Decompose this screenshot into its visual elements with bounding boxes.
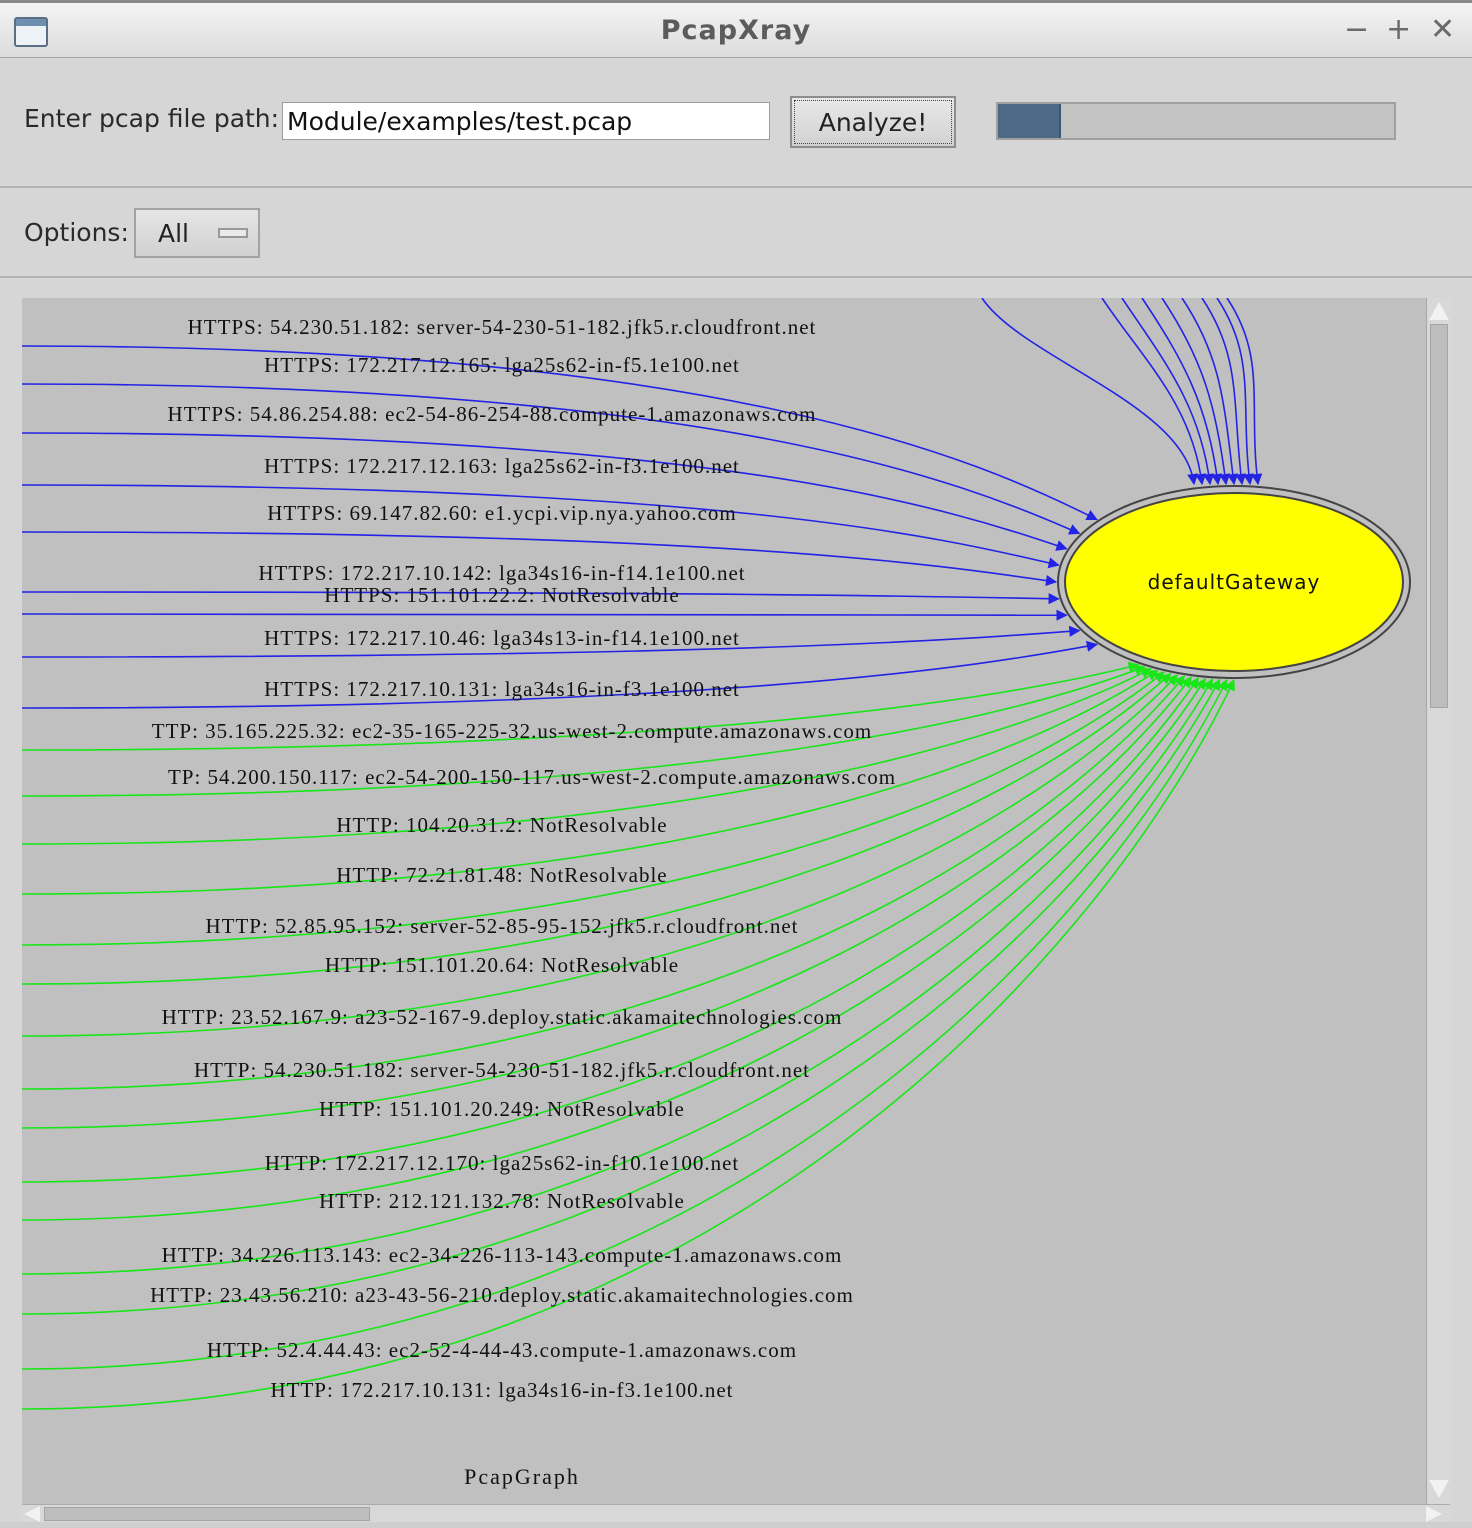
scroll-up-icon[interactable] — [1429, 302, 1449, 320]
http-edge-label: HTTP: 52.4.44.43: ec2-52-4-44-43.compute… — [207, 1338, 797, 1362]
option-menu-indicator-icon — [218, 228, 248, 238]
node-label: defaultGateway — [1148, 570, 1321, 594]
options-panel: Options: All — [0, 188, 1472, 278]
https-edge-label: HTTPS: 172.217.12.163: lga25s62-in-f3.1e… — [264, 454, 740, 478]
https-edge-label: HTTPS: 172.217.10.131: lga34s16-in-f3.1e… — [264, 677, 740, 701]
scroll-down-icon[interactable] — [1429, 1480, 1449, 1498]
scroll-right-icon[interactable] — [1426, 1506, 1442, 1522]
http-edge-line — [22, 671, 1165, 946]
horizontal-scroll-thumb[interactable] — [44, 1507, 370, 1521]
https-edge-label: HTTPS: 54.230.51.182: server-54-230-51-1… — [188, 315, 817, 339]
pcap-path-input[interactable] — [282, 102, 770, 140]
file-path-panel: Enter pcap file path: Analyze! — [0, 58, 1472, 188]
maximize-icon[interactable]: + — [1386, 13, 1411, 47]
https-edge-line — [981, 298, 1199, 486]
https-edge-label: HTTPS: 172.217.12.165: lga25s62-in-f5.1e… — [264, 353, 740, 377]
status-strip — [0, 1522, 1472, 1528]
http-edge-label: TP: 54.200.150.117: ec2-54-200-150-117.u… — [168, 765, 896, 789]
http-edge-label: HTTP: 172.217.12.170: lga25s62-in-f10.1e… — [265, 1151, 740, 1175]
path-label: Enter pcap file path: — [24, 104, 280, 133]
http-edge-label: HTTP: 104.20.31.2: NotResolvable — [336, 813, 667, 837]
graph-label: PcapGraph — [464, 1464, 580, 1489]
https-edge-label: HTTPS: 69.147.82.60: e1.ycpi.vip.nya.yah… — [267, 501, 736, 525]
http-edge-label: HTTP: 23.52.167.9: a23-52-167-9.deploy.s… — [162, 1005, 843, 1029]
close-icon[interactable]: ✕ — [1430, 13, 1455, 47]
vertical-scrollbar[interactable] — [1426, 298, 1452, 1504]
progress-bar — [996, 102, 1396, 140]
http-edge-label: HTTP: 151.101.20.64: NotResolvable — [325, 953, 679, 977]
http-edge-label: TTP: 35.165.225.32: ec2-35-165-225-32.us… — [152, 719, 872, 743]
http-edge-label: HTTP: 54.230.51.182: server-54-230-51-18… — [194, 1058, 810, 1082]
horizontal-scrollbar[interactable] — [22, 1504, 1450, 1524]
https-edge-label: HTTPS: 172.217.10.142: lga34s16-in-f14.1… — [258, 561, 745, 585]
graph-canvas[interactable]: HTTPS: 54.230.51.182: server-54-230-51-1… — [22, 298, 1450, 1504]
title-bar: PcapXray − + ✕ — [0, 0, 1472, 58]
analyze-button[interactable]: Analyze! — [790, 96, 956, 148]
http-edge-label: HTTP: 23.43.56.210: a23-43-56-210.deploy… — [150, 1283, 854, 1307]
scroll-left-icon[interactable] — [24, 1506, 40, 1522]
https-edge-label: HTTPS: 54.86.254.88: ec2-54-86-254-88.co… — [168, 402, 817, 426]
https-edge-line — [22, 432, 1068, 551]
http-edge-line — [22, 677, 1207, 1221]
https-edges-from-top — [981, 298, 1263, 486]
progress-fill — [998, 104, 1062, 138]
http-edge-label: HTTP: 172.217.10.131: lga34s16-in-f3.1e1… — [270, 1378, 733, 1402]
minimize-icon[interactable]: − — [1344, 13, 1369, 47]
https-edge-label: HTTPS: 151.101.22.2: NotResolvable — [324, 583, 679, 607]
https-edge-line — [1101, 298, 1207, 486]
options-label: Options: — [24, 218, 129, 247]
http-edge-label: HTTP: 151.101.20.249: NotResolvable — [319, 1097, 685, 1121]
options-selected-value: All — [158, 219, 189, 248]
https-edge-line — [22, 609, 1068, 621]
default-gateway-node[interactable]: defaultGateway — [1057, 485, 1411, 679]
network-graph: HTTPS: 54.230.51.182: server-54-230-51-1… — [22, 298, 1411, 1489]
http-edge-label: HTTP: 72.21.81.48: NotResolvable — [336, 863, 667, 887]
edge-labels: HTTPS: 54.230.51.182: server-54-230-51-1… — [150, 315, 896, 1402]
http-edge-label: HTTP: 52.85.95.152: server-52-85-95-152.… — [205, 914, 798, 938]
window-title: PcapXray — [660, 15, 812, 46]
options-dropdown[interactable]: All — [134, 208, 260, 258]
http-edge-label: HTTP: 34.226.113.143: ec2-34-226-113-143… — [162, 1243, 843, 1267]
vertical-scroll-thumb[interactable] — [1430, 324, 1448, 708]
http-edge-label: HTTP: 212.121.132.78: NotResolvable — [319, 1189, 685, 1213]
https-edge-label: HTTPS: 172.217.10.46: lga34s13-in-f14.1e… — [264, 626, 740, 650]
https-edge-line — [22, 484, 1060, 569]
